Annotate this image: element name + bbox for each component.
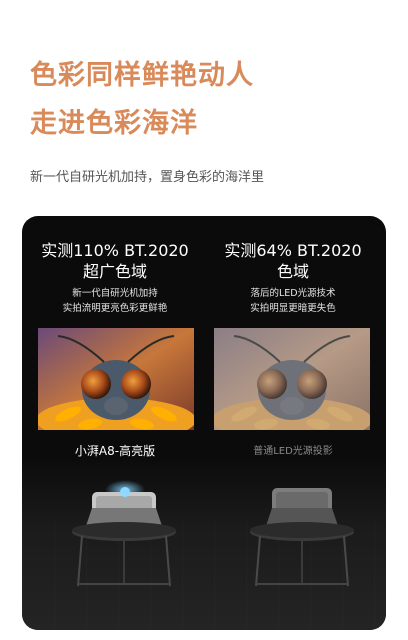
right-title-line-1: 实测64% BT.2020 bbox=[224, 241, 362, 260]
left-desc-line-2: 实拍流明更亮色彩更鲜艳 bbox=[62, 303, 168, 314]
comparison-panel: 实测110% BT.2020 超广色域 新一代自研光机加持 实拍流明更亮色彩更鲜… bbox=[22, 216, 386, 630]
dull-insect-image bbox=[214, 328, 370, 430]
subtitle: 新一代自研光机加持，置身色彩的海洋里 bbox=[30, 170, 265, 185]
left-title-line-1: 实测110% BT.2020 bbox=[41, 241, 189, 260]
right-desc-line-1: 落后的LED光源技术 bbox=[250, 288, 336, 299]
bright-projector bbox=[68, 478, 178, 592]
right-desc-line-2: 实拍明显更暗更失色 bbox=[250, 303, 336, 314]
right-caption: 普通LED光源投影 bbox=[253, 446, 333, 457]
left-caption: 小湃A8-高亮版 bbox=[74, 444, 156, 458]
left-desc-line-1: 新一代自研光机加持 bbox=[72, 288, 158, 299]
headline-line-1: 色彩同样鲜艳动人 bbox=[30, 60, 254, 91]
ordinary-projector bbox=[246, 478, 356, 592]
right-title-line-2: 色域 bbox=[276, 262, 309, 281]
left-title-line-2: 超广色域 bbox=[82, 262, 147, 281]
vivid-insect-image bbox=[38, 328, 194, 430]
headline-line-2: 走进色彩海洋 bbox=[30, 108, 198, 139]
